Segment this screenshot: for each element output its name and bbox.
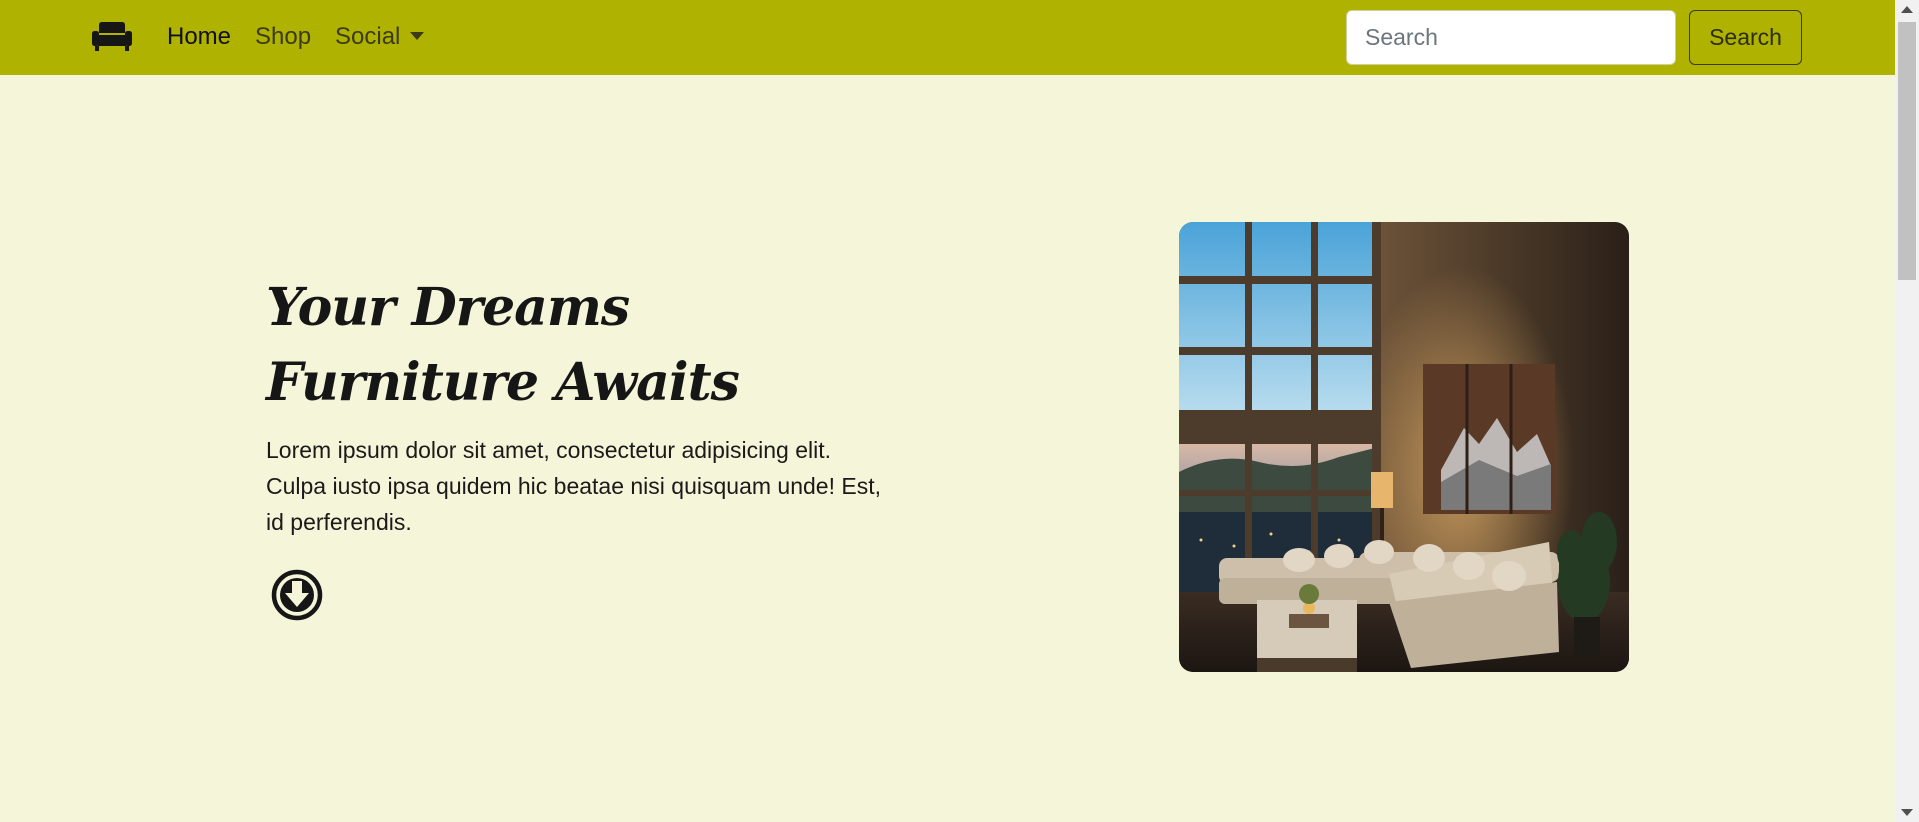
nav-dropdown-social[interactable]: Social [335,22,425,52]
scrollbar-thumb[interactable] [1898,22,1916,280]
hero-living-room-image [1179,222,1629,672]
search-input[interactable] [1346,10,1676,65]
arrow-down-circle-icon[interactable] [270,568,324,622]
nav-link-shop[interactable]: Shop [255,22,311,52]
scroll-down-arrow-icon[interactable] [1901,809,1913,816]
nav-link-social-label: Social [335,23,401,50]
hero-title: Your Dreams Furniture Awaits [266,277,740,413]
scroll-up-arrow-icon[interactable] [1901,6,1913,13]
sofa-icon[interactable] [92,22,132,52]
navbar: Home Shop Social Search [0,0,1895,75]
search-button[interactable]: Search [1689,10,1802,65]
caret-down-icon [410,32,425,40]
living-room-illustration [1179,222,1629,672]
hero-text: Lorem ipsum dolor sit amet, consectetur … [266,437,881,535]
nav-link-home[interactable]: Home [167,22,231,52]
